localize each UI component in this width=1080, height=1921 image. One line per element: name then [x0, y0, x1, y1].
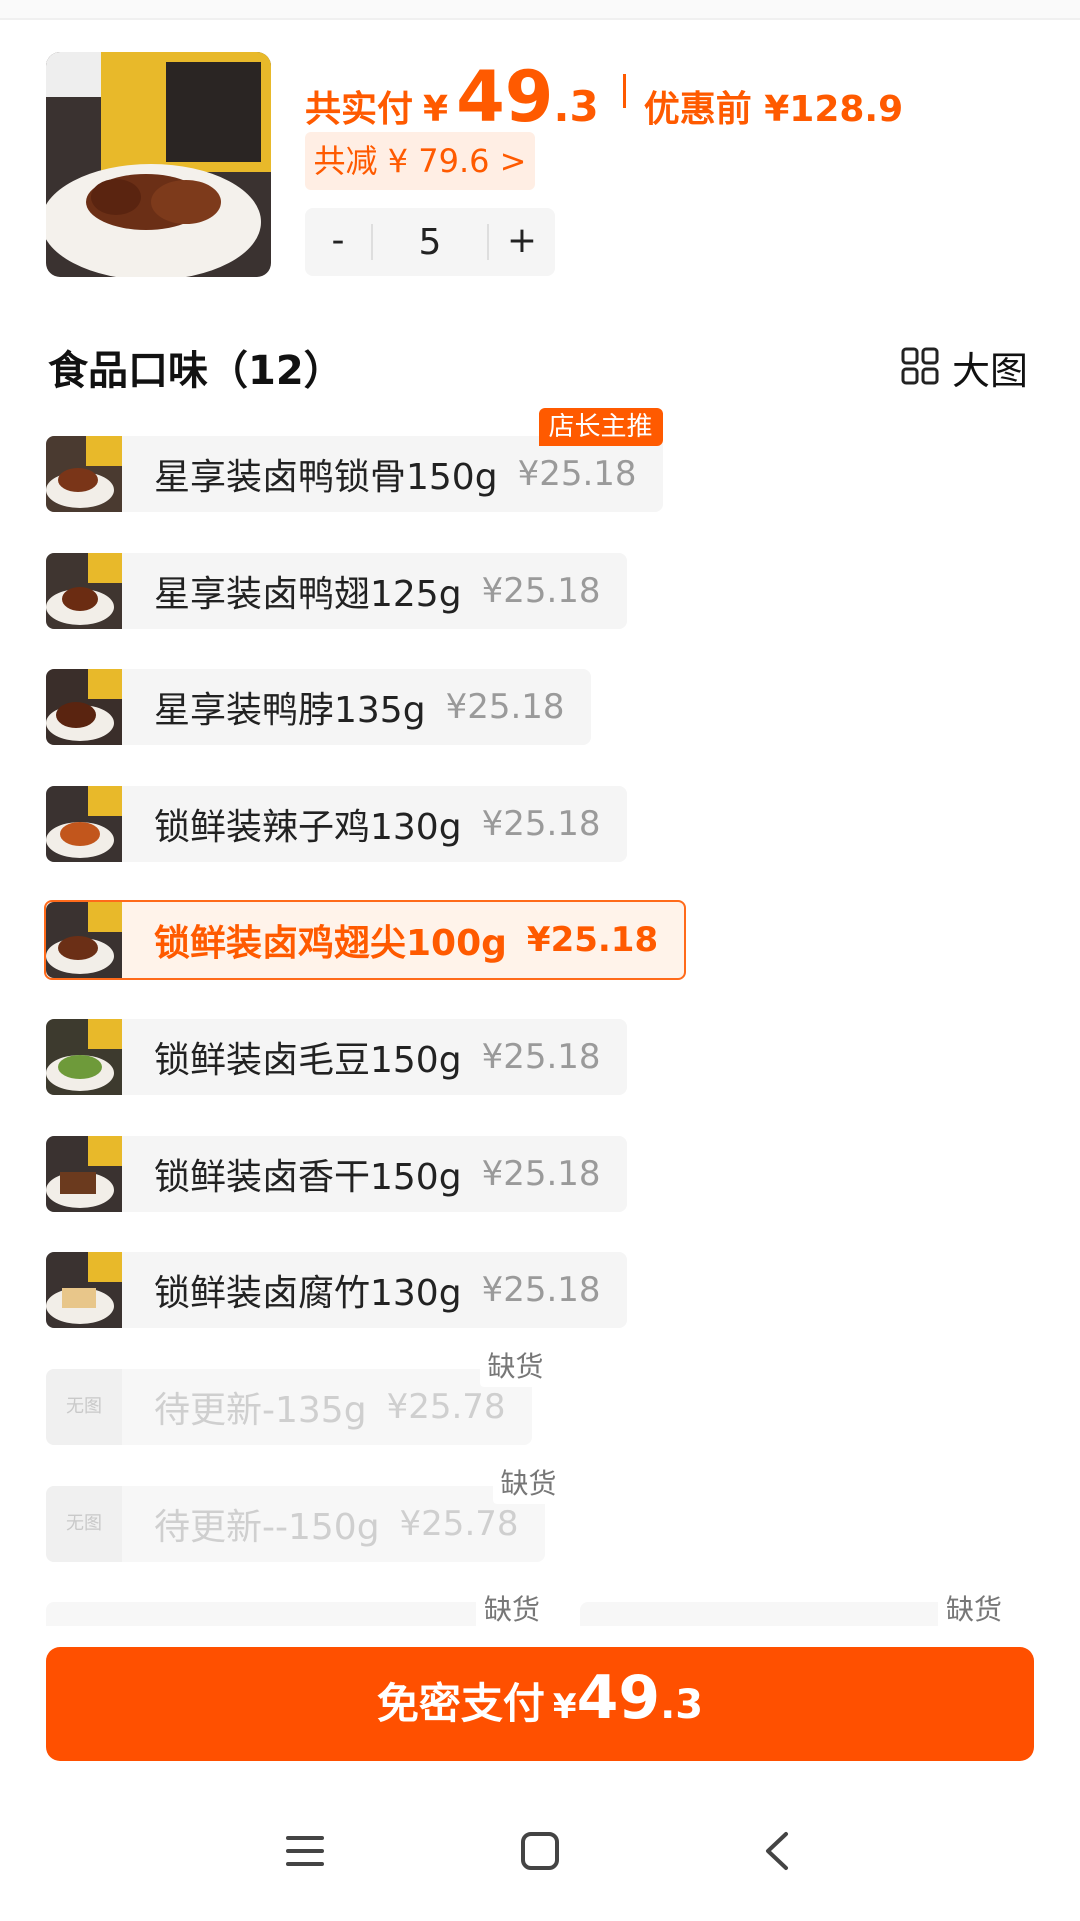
home-icon[interactable] — [519, 1830, 561, 1876]
pay-integer: 49 — [576, 1663, 661, 1733]
option-price: ¥25.18 — [481, 571, 601, 611]
option-item[interactable]: 星享装卤鸭翅125g ¥25.18 — [46, 553, 627, 629]
option-thumbnail — [46, 1252, 122, 1328]
option-name: 待更新--150g — [154, 1507, 380, 1548]
out-of-stock-badge: 缺货 — [479, 1347, 552, 1387]
option-item[interactable]: 锁鲜装卤香干150g ¥25.18 — [46, 1136, 627, 1212]
grid-icon — [900, 346, 940, 390]
option-item-out-of-stock[interactable]: 无图 待更新-135g ¥25.78 缺货 — [46, 1347, 552, 1445]
quantity-stepper: - 5 + — [305, 208, 555, 276]
option-name: 锁鲜装卤腐竹130g — [154, 1273, 462, 1314]
big-image-label: 大图 — [952, 349, 1029, 393]
option-item[interactable]: 星享装鸭脖135g ¥25.18 — [46, 669, 591, 745]
pay-currency: ¥ — [552, 1687, 577, 1727]
option-thumbnail — [46, 902, 122, 978]
option-name: 星享装卤鸭锁骨150g — [154, 457, 498, 498]
product-image[interactable] — [46, 52, 271, 277]
status-bar — [0, 0, 1080, 20]
out-of-stock-badge: 缺货 — [492, 1464, 565, 1504]
no-image-placeholder: 无图 — [46, 1369, 122, 1445]
pay-button[interactable]: 免密支付 ¥ 49 .3 — [46, 1647, 1034, 1761]
total-decimal: .3 — [553, 82, 599, 131]
quantity-value[interactable]: 5 — [373, 222, 487, 263]
option-item-out-of-stock[interactable]: 无图 待更新--150g ¥25.78 缺货 — [46, 1464, 565, 1562]
decrement-button[interactable]: - — [305, 208, 371, 276]
option-price: ¥25.18 — [481, 804, 601, 844]
discount-tag[interactable]: 共减 ¥ 79.6 > — [305, 132, 535, 190]
option-name: 星享装卤鸭翅125g — [154, 574, 462, 615]
option-item[interactable]: 星享装卤鸭锁骨150g ¥25.18 店长主推 — [46, 408, 663, 512]
option-item[interactable]: 锁鲜装卤毛豆150g ¥25.18 — [46, 1019, 627, 1095]
section-title: 食品口味（12） — [48, 348, 344, 394]
option-thumbnail — [46, 669, 122, 745]
big-image-toggle[interactable]: 大图 — [900, 340, 1028, 395]
increment-button[interactable]: + — [489, 208, 555, 276]
option-thumbnail — [46, 436, 122, 512]
pay-decimal: .3 — [660, 1682, 704, 1728]
total-integer: 49 — [456, 56, 554, 138]
option-name: 待更新-135g — [154, 1390, 367, 1431]
recommend-badge: 店长主推 — [538, 408, 663, 446]
partial-options-row: 缺货 缺货 — [0, 1590, 1080, 1626]
option-thumbnail — [46, 786, 122, 862]
option-price: ¥25.18 — [517, 454, 637, 494]
option-item-out-of-stock[interactable] — [46, 1602, 546, 1626]
option-price: ¥25.18 — [481, 1154, 601, 1194]
option-price: ¥25.18 — [526, 920, 659, 960]
out-of-stock-badge: 缺货 — [938, 1590, 1011, 1626]
option-price: ¥25.18 — [481, 1270, 601, 1310]
total-price: 共实付 ¥ 49 .3 优惠前 ¥128.9 — [305, 56, 903, 138]
back-icon[interactable] — [758, 1830, 800, 1876]
no-image-placeholder: 无图 — [46, 1486, 122, 1562]
divider — [622, 74, 626, 108]
currency-symbol: ¥ — [423, 89, 449, 130]
option-name: 星享装鸭脖135g — [154, 690, 426, 731]
out-of-stock-badge: 缺货 — [476, 1590, 549, 1626]
option-thumbnail — [46, 1136, 122, 1212]
menu-icon[interactable] — [284, 1830, 326, 1876]
option-name: 锁鲜装卤毛豆150g — [154, 1040, 462, 1081]
option-name: 锁鲜装辣子鸡130g — [154, 807, 462, 848]
total-label: 共实付 — [305, 89, 414, 130]
option-price: ¥25.78 — [399, 1504, 519, 1544]
option-thumbnail — [46, 1019, 122, 1095]
option-price: ¥25.18 — [481, 1037, 601, 1077]
option-thumbnail — [46, 553, 122, 629]
option-price: ¥25.18 — [445, 687, 565, 727]
option-price: ¥25.78 — [386, 1387, 506, 1427]
system-nav-bar — [0, 1800, 1080, 1921]
original-price: 优惠前 ¥128.9 — [643, 89, 904, 130]
option-item-selected[interactable]: 锁鲜装卤鸡翅尖100g ¥25.18 — [44, 900, 687, 980]
option-item[interactable]: 锁鲜装卤腐竹130g ¥25.18 — [46, 1252, 627, 1328]
option-item[interactable]: 锁鲜装辣子鸡130g ¥25.18 — [46, 786, 627, 862]
pay-label: 免密支付 — [376, 1679, 545, 1728]
option-name: 锁鲜装卤香干150g — [154, 1157, 462, 1198]
option-name: 锁鲜装卤鸡翅尖100g — [154, 923, 507, 964]
